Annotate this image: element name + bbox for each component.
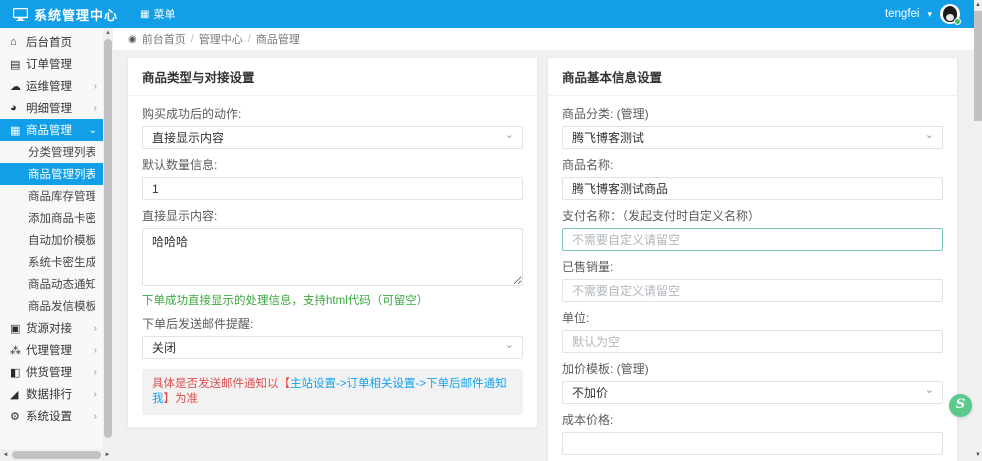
scroll-left-arrow-icon[interactable]: ◄	[0, 452, 11, 458]
chevron-icon: ›	[93, 366, 97, 378]
ranking-icon: ◢	[10, 388, 19, 401]
monitor-icon	[13, 7, 28, 21]
markup-label: 加价模板: (管理)	[562, 362, 649, 376]
sidebar-item[interactable]: 添加商品卡密	[0, 207, 103, 229]
sidebar-nav: ⌂ 后台首页 ▤ 订单管理 ☁ 运维管理 › ◕ 明细管理 › ▦ 商品管理 ⌄…	[0, 28, 103, 449]
orders-icon: ▤	[10, 58, 21, 71]
markup-select[interactable]: 不加价 ⌄	[562, 381, 943, 404]
agent-icon: ⁂	[10, 344, 21, 357]
panel-title: 商品类型与对接设置	[128, 58, 537, 96]
top-bar: 系统管理中心 ▦ 菜单 tengfei ▾	[0, 0, 974, 28]
main-content: ◉ 前台首页 / 管理中心 / 商品管理 商品类型与对接设置 购买成功后的动作:…	[113, 28, 974, 461]
content-textarea[interactable]: 哈哈哈	[142, 228, 523, 286]
chevron-down-icon: ⌄	[924, 384, 934, 396]
category-select[interactable]: 腾飞博客测试 ⌄	[562, 126, 943, 149]
panel-title: 商品基本信息设置	[548, 58, 957, 96]
scroll-up-arrow-icon[interactable]: ▲	[103, 28, 113, 39]
app-brand: 系统管理中心	[0, 5, 118, 24]
scrollbar-thumb[interactable]	[974, 11, 982, 121]
sales-input[interactable]	[562, 279, 943, 302]
chevron-down-icon: ⌄	[504, 129, 514, 141]
goods-icon: ▦	[10, 124, 21, 137]
mail-label: 下单后发送邮件提醒:	[142, 317, 254, 331]
breadcrumb: ◉ 前台首页 / 管理中心 / 商品管理	[113, 28, 974, 50]
scrollbar-thumb[interactable]	[12, 451, 101, 459]
chevron-icon: ›	[93, 322, 97, 334]
sidebar-item[interactable]: ⌂ 后台首页	[0, 31, 103, 53]
qty-label: 默认数量信息:	[142, 158, 218, 172]
sidebar-item[interactable]: 分类管理列表	[0, 141, 103, 163]
chevron-icon: ›	[93, 80, 97, 92]
chevron-down-icon: ⌄	[924, 129, 934, 141]
menu-icon: ▦	[140, 8, 150, 20]
category-label: 商品分类: (管理)	[562, 107, 649, 121]
breadcrumb-home-icon: ◉	[128, 33, 137, 45]
online-status-dot	[954, 18, 961, 25]
sidebar-item[interactable]: 系统卡密生成	[0, 251, 103, 273]
mail-note: 具体是否发送邮件通知以【主站设置->订单相关设置->下单后邮件通知我】为准	[142, 369, 523, 415]
action-select[interactable]: 直接显示内容 ⌄	[142, 126, 523, 149]
cost-label: 成本价格:	[562, 413, 614, 427]
sidebar-item[interactable]: ◢ 数据排行 ›	[0, 383, 103, 405]
sidebar-item[interactable]: ◧ 供货管理 ›	[0, 361, 103, 383]
chevron-down-icon: ⌄	[504, 339, 514, 351]
sidebar-item[interactable]: 商品动态通知	[0, 273, 103, 295]
sidebar-item[interactable]: ▦ 商品管理 ⌄	[0, 119, 103, 141]
sidebar-item[interactable]: 商品库存管理	[0, 185, 103, 207]
sidebar-item[interactable]: ⚙ 系统设置 ›	[0, 405, 103, 427]
sidebar-vertical-scrollbar[interactable]: ▲	[103, 28, 113, 449]
unit-label: 单位:	[562, 311, 590, 325]
home-icon: ⌂	[10, 36, 17, 48]
mail-select[interactable]: 关闭 ⌄	[142, 336, 523, 359]
chevron-icon: ›	[93, 344, 97, 356]
scrollbar-thumb[interactable]	[104, 39, 112, 438]
sales-label: 已售销量:	[562, 260, 614, 274]
content-label: 直接显示内容:	[142, 209, 218, 223]
chevron-icon: ›	[93, 388, 97, 400]
scroll-up-arrow-icon[interactable]: ▲	[974, 0, 982, 11]
chevron-icon: ⌄	[88, 124, 97, 136]
breadcrumb-section-link[interactable]: 管理中心	[199, 31, 243, 47]
chevron-icon: ›	[93, 410, 97, 422]
breadcrumb-home-link[interactable]: 前台首页	[142, 31, 186, 47]
qty-input[interactable]	[142, 177, 523, 200]
sidebar-item[interactable]: 商品管理列表	[0, 163, 103, 185]
sidebar-item[interactable]: 自动加价模板	[0, 229, 103, 251]
cost-input[interactable]	[562, 432, 943, 455]
pay-name-input[interactable]	[562, 228, 943, 251]
scroll-down-arrow-icon[interactable]: ▼	[974, 450, 982, 461]
breadcrumb-current: 商品管理	[255, 34, 300, 46]
action-label: 购买成功后的动作:	[142, 107, 242, 121]
caret-down-icon: ▾	[927, 8, 932, 19]
menu-label: 菜单	[153, 9, 176, 21]
sidebar-item[interactable]: 商品发信模板	[0, 295, 103, 317]
sidebar-item[interactable]: ◕ 明细管理 ›	[0, 97, 103, 119]
sidebar-horizontal-scrollbar[interactable]: ◄ ►	[0, 449, 113, 461]
floating-widget-button[interactable]: S	[949, 394, 972, 417]
scroll-right-arrow-icon[interactable]: ►	[102, 452, 113, 458]
product-type-panel: 商品类型与对接设置 购买成功后的动作: 直接显示内容 ⌄ 默认数量信息: 直接显…	[127, 57, 538, 428]
settings-icon: ⚙	[10, 410, 20, 423]
app-title: 系统管理中心	[34, 7, 119, 23]
product-info-panel: 商品基本信息设置 商品分类: (管理) 腾飞博客测试 ⌄ 商品名称: 支付名称：…	[547, 57, 958, 461]
page-scrollbar[interactable]: ▲ ▼	[974, 0, 982, 461]
vendor-icon: ◧	[10, 366, 21, 379]
username-dropdown[interactable]: tengfei	[885, 8, 920, 20]
supply-icon: ▣	[10, 322, 21, 335]
user-avatar[interactable]	[940, 4, 961, 25]
pay-label: 支付名称：（发起支付时自定义名称）	[562, 209, 761, 223]
detail-icon: ◕	[10, 102, 17, 114]
sidebar-item[interactable]: ☁ 运维管理 ›	[0, 75, 103, 97]
menu-toggle-button[interactable]: ▦ 菜单	[140, 6, 175, 22]
sidebar-item[interactable]: ⁂ 代理管理 ›	[0, 339, 103, 361]
chevron-icon: ›	[93, 102, 97, 114]
content-hint: 下单成功直接显示的处理信息，支持html代码（可留空）	[142, 295, 429, 307]
unit-input[interactable]	[562, 330, 943, 353]
sidebar-item[interactable]: ▤ 订单管理	[0, 53, 103, 75]
product-name-input[interactable]	[562, 177, 943, 200]
sidebar-item[interactable]: ▣ 货源对接 ›	[0, 317, 103, 339]
name-label: 商品名称:	[562, 158, 614, 172]
ops-icon: ☁	[10, 80, 21, 93]
